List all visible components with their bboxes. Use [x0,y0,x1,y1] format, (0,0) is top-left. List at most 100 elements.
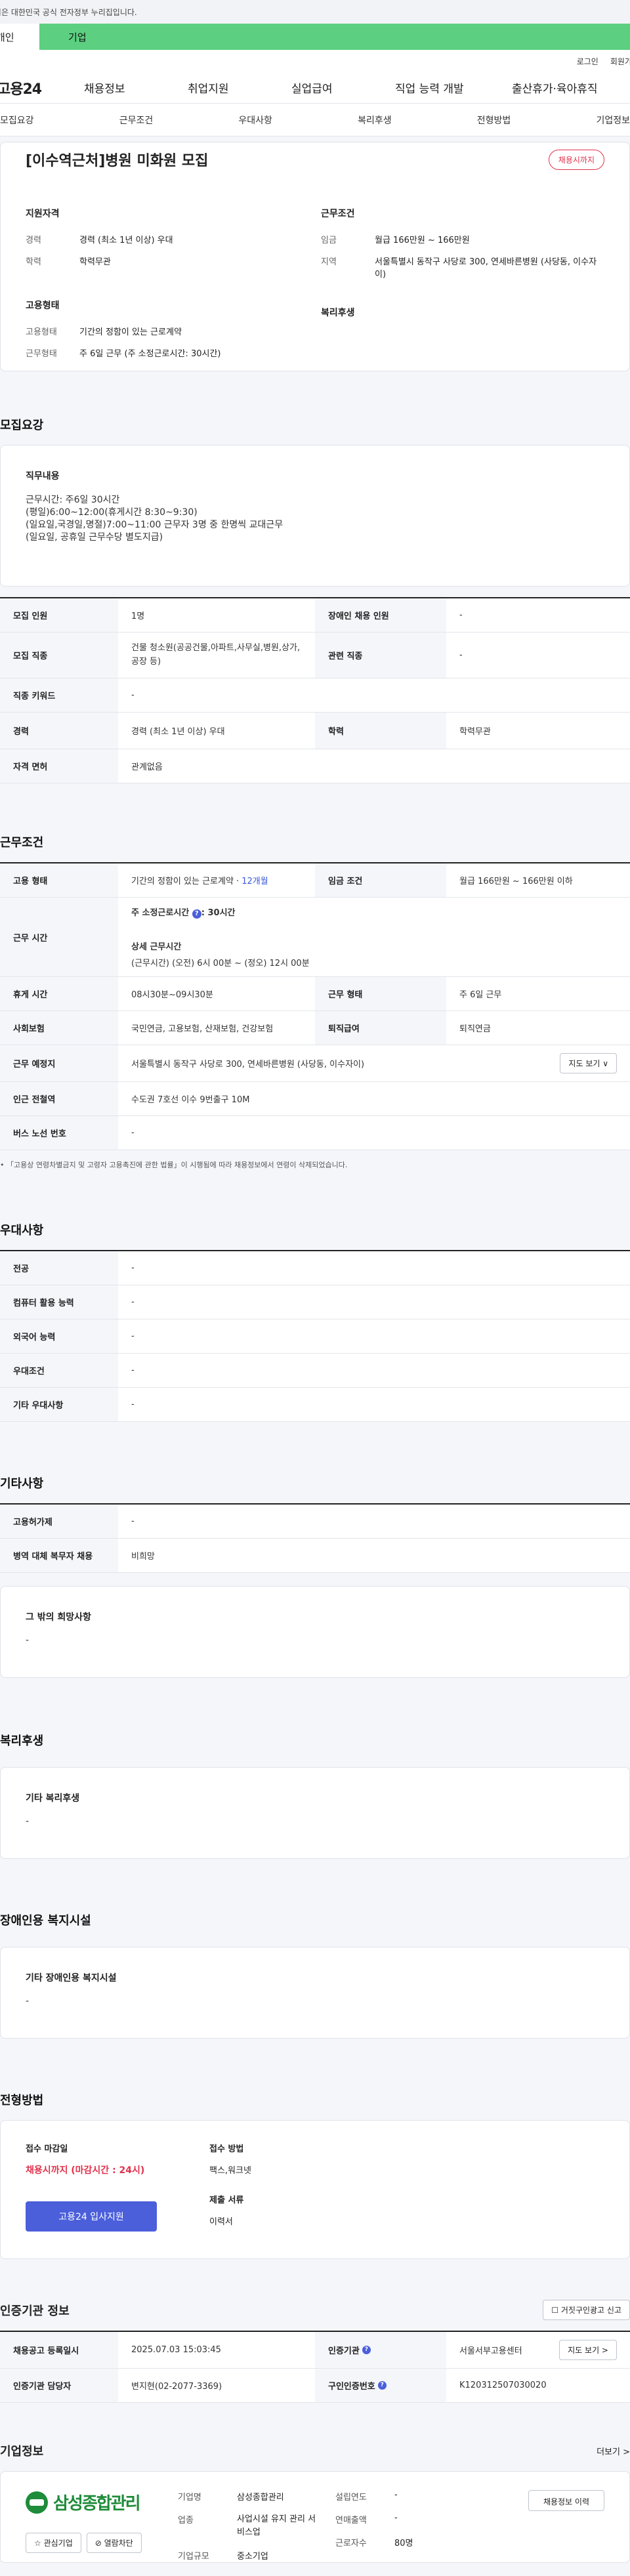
welfare-card: 기타 복리후생 - [0,1767,630,1859]
login-link[interactable]: 로그인 [577,56,598,67]
card-label: 그 밖의 희망사항 [26,1612,91,1623]
duty-label: 직무내용 [26,471,60,482]
more-link[interactable]: 더보기 > [597,2445,630,2457]
row-header: 근무 시간 [0,898,118,976]
info-icon: ? [362,2346,371,2354]
row-value: - [131,1297,135,1307]
row-header: 장애인 채용 인원 [315,598,446,632]
snb-item-work[interactable]: 근무조건 [119,114,154,127]
favorite-company-button[interactable]: ☆ 관심기업 [26,2533,81,2553]
row-header: 고용 형태 [0,863,118,897]
table-row: 경력 경력 (최소 1년 이상) 우대 학력 학력무관 [0,713,630,749]
row-header: 모집 인원 [0,598,118,632]
snb-item-process[interactable]: 전형방법 [477,114,511,127]
hours-week: : 30시간 [201,908,236,918]
row-value: - [459,650,463,660]
company-logo: 삼성종합관리 [26,2490,178,2514]
docs-label: 제출 서류 [209,2195,244,2205]
table-row: 컴퓨터 활용 능력 - [0,1285,630,1319]
row-header: 휴게 시간 [0,977,118,1010]
field-value: 중소기업 [237,2552,268,2562]
gnb-item-leave[interactable]: 출산휴가·육아휴직 [512,79,598,96]
field-value: - [394,2513,398,2523]
gnb-item-support[interactable]: 취업지원 [188,79,291,96]
table-row: 근무 시간 주 소정근로시간 ?: 30시간 상세 근무시간 (근무시간) (오… [0,898,630,977]
employ-months: 12개월 [242,877,268,886]
tab-corp[interactable]: 기업 [39,24,630,50]
row-value: 서울서부고용센터 지도 보기 > [446,2332,630,2368]
row-header: 버스 노선 번호 [0,1116,118,1150]
gnb-item-training[interactable]: 직업 능력 개발 [395,79,512,96]
pref-table: 전공 - 컴퓨터 활용 능력 - 외국어 능력 - 우대조건 - 기타 우대사항 - [0,1250,630,1422]
table-row: 우대조건 - [0,1354,630,1388]
row-value: 비희망 [131,1552,155,1562]
snb: 모집요강 근무조건 우대사항 복리후생 전형방법 기업정보 [0,104,630,136]
report-button[interactable]: ☐ 거짓구인광고 신고 [543,2300,630,2320]
recruit-section-title: 모집요강 [0,419,44,432]
work-table: 고용 형태 기간의 정함이 있는 근로계약 · 12개월 임금 조건 월급 16… [0,862,630,1150]
report-icon: ☐ [551,2306,561,2315]
apply-button[interactable]: 고용24 입사지원 [26,2201,157,2232]
row-header: 자격 면허 [0,749,118,783]
company-logo-text: 삼성종합관리 [53,2494,141,2514]
logo[interactable]: 고용24 [0,77,81,98]
map-view-button[interactable]: 지도 보기 > [559,2340,617,2360]
process-card: 접수 마감일 채용시까지 (마감시간 : 24시) 고용24 입사지원 접수 방… [0,2120,630,2259]
info-icon: ? [192,909,201,919]
table-row: 고용허가제 - [0,1505,630,1539]
snb-item-company[interactable]: 기업정보 [596,114,630,127]
info-icon: ? [377,2381,387,2390]
block-company-button[interactable]: ⊘ 열람차단 [86,2533,142,2553]
row-value: - [131,1331,135,1341]
card-value: - [26,1816,30,1827]
work-value: 월급 166만원 ~ 166만원 [375,236,470,245]
table-row: 모집 인원 1명 장애인 채용 인원 - [0,598,630,633]
field-key: 설립연도 [335,2493,367,2503]
signup-link[interactable]: 회원가입 [610,56,630,67]
row-value: 국민연금, 고용보험, 산재보험, 건강보험 [131,1024,274,1034]
table-row: 버스 노선 번호 - [0,1116,630,1150]
welfare-section-title: 복리후생 [0,1734,44,1748]
status-badge: 채용시까지 [548,149,604,170]
row-header: 전공 [0,1251,118,1285]
duty-text: 근무시간: 주6일 30시간 (평일)6:00~12:00(휴게시간 8:30~… [26,495,284,543]
deadline-value: 채용시까지 (마감시간 : 24시) [26,2165,145,2176]
field-key: 기업규모 [178,2552,209,2562]
snb-item-recruit[interactable]: 모집요강 [0,114,34,127]
row-value: 2025.07.03 15:03:45 [131,2345,221,2355]
row-header: 인증기관? [315,2332,446,2368]
snb-item-welfare[interactable]: 복리후생 [358,114,392,127]
row-header: 채용공고 등록일시 [0,2332,118,2368]
disabled-section-title: 장애인용 복지시설 [0,1914,91,1928]
process-section-title: 전형방법 [0,2094,44,2108]
emp-value: 주 6일 근무 (주 소정근로시간: 30시간) [79,349,221,359]
row-header: 컴퓨터 활용 능력 [0,1285,118,1319]
snb-item-pref[interactable]: 우대사항 [238,114,272,127]
map-toggle-button[interactable]: 지도 보기 ∨ [560,1053,617,1073]
pref-section-title: 우대사항 [0,1224,44,1237]
row-header: 근무 예정지 [0,1045,118,1081]
table-row: 직종 키워드 - [0,678,630,713]
row-value: - [131,690,135,700]
agency-section-title: 인증기관 정보 [0,2304,70,2318]
hours-week-label: 주 소정근로시간 [131,908,190,918]
row-value: 서울특별시 동작구 사당로 300, 연세바른병원 (사당동, 이수자이) 지도… [118,1045,630,1081]
disabled-card: 기타 장애인용 복지시설 - [0,1947,630,2039]
field-value: - [394,2490,398,2500]
gnb-item-benefit[interactable]: 실업급여 [291,79,395,96]
work-place: 서울특별시 동작구 사당로 300, 연세바른병원 (사당동, 이수자이) [131,1060,365,1070]
row-value: 변지현(02-2077-3369) [131,2382,222,2392]
docs-value: 이력서 [209,2217,233,2227]
job-history-button[interactable]: 채용정보 이력 [528,2490,604,2511]
tab-person[interactable]: 개인 [0,24,39,50]
logo-mark-icon [26,2491,48,2514]
company-section-title: 기업정보 [0,2445,44,2459]
gnb-item-jobs[interactable]: 채용정보 [84,79,188,96]
etc-section-title: 기타사항 [0,1477,44,1491]
summary-card: [이수역근처]병원 미화원 모집 채용시까지 지원자격 경력 경력 (최소 1년 … [0,142,630,371]
age-law-note: • 「고용상 연령차별금지 및 고령자 고용촉진에 관한 법률」이 시행됨에 따… [0,1161,348,1169]
table-row: 병역 대체 복무자 채용 비희망 [0,1539,630,1573]
row-value: 주 소정근로시간 ?: 30시간 상세 근무시간 (근무시간) (오전) 6시 … [118,898,630,976]
table-row: 기타 우대사항 - [0,1388,630,1422]
field-value: 80명 [394,2539,413,2548]
